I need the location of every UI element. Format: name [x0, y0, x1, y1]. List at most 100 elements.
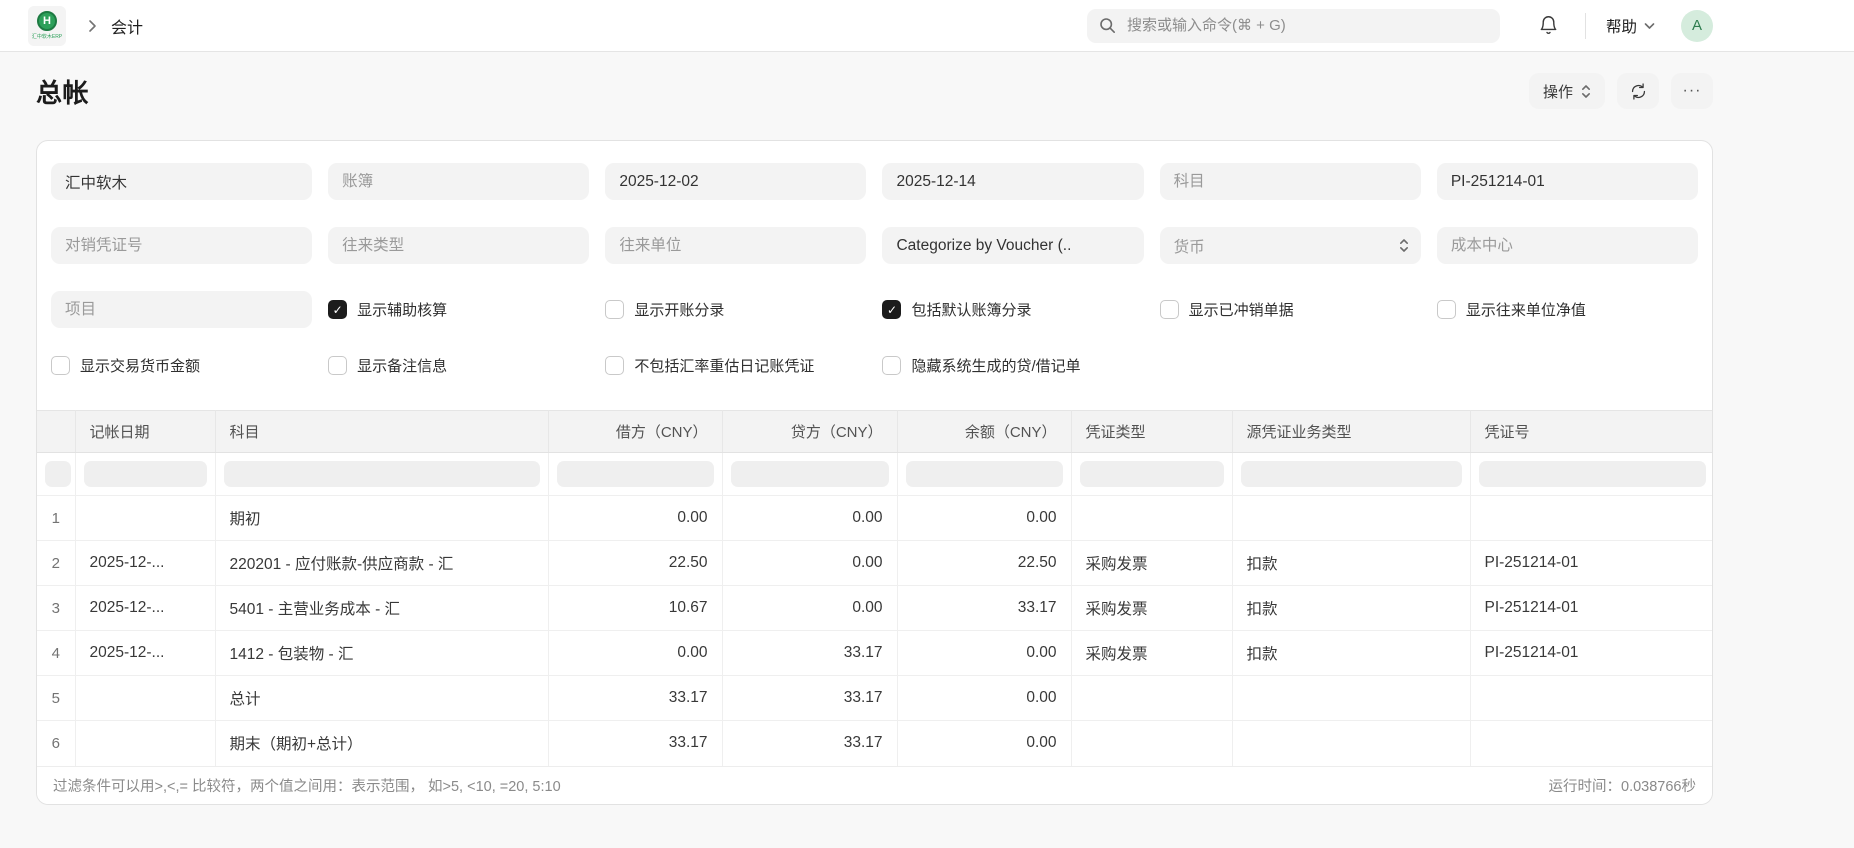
- checkbox-include-default-book[interactable]: 包括默认账簿分录: [882, 299, 1143, 320]
- from-date-filter[interactable]: [605, 163, 866, 200]
- header-balance[interactable]: 余额（CNY）: [897, 411, 1071, 453]
- checkbox-hide-system-notes[interactable]: 隐藏系统生成的贷/借记单: [882, 355, 1143, 376]
- balance-column-filter[interactable]: [906, 461, 1063, 487]
- cell-account: 1412 - 包装物 - 汇: [215, 631, 548, 676]
- debit-column-filter[interactable]: [557, 461, 714, 487]
- breadcrumb-accounting[interactable]: 会计: [111, 14, 143, 38]
- checkbox-label: 显示开账分录: [634, 299, 724, 320]
- cost-center-filter[interactable]: [1437, 227, 1698, 264]
- checkbox-box: [328, 356, 347, 375]
- index-column-filter[interactable]: [45, 461, 71, 487]
- cell-debit: 0.00: [548, 631, 722, 676]
- logo-icon: H: [37, 11, 57, 31]
- row-index: 4: [37, 631, 75, 676]
- currency-select[interactable]: 货币: [1160, 227, 1421, 264]
- checkbox-label: 包括默认账簿分录: [911, 299, 1031, 320]
- account-filter[interactable]: [1160, 163, 1421, 200]
- refresh-button[interactable]: [1617, 73, 1659, 109]
- header-voucher-subtype[interactable]: 源凭证业务类型: [1232, 411, 1470, 453]
- cell-voucher-no: [1470, 721, 1713, 766]
- cell-voucher-type: 采购发票: [1071, 586, 1232, 631]
- cell-debit: 0.00: [548, 496, 722, 541]
- project-filter[interactable]: [51, 291, 312, 328]
- cell-voucher-no: PI-251214-01: [1470, 586, 1713, 631]
- notifications-bell-icon[interactable]: [1534, 11, 1563, 40]
- group-by-select[interactable]: Categorize by Voucher (..: [882, 227, 1143, 264]
- checkbox-box: [1160, 300, 1179, 319]
- table-row[interactable]: 6 期末（期初+总计） 33.17 33.17 0.00: [37, 721, 1713, 766]
- header-account[interactable]: 科目: [215, 411, 548, 453]
- header-debit[interactable]: 借方（CNY）: [548, 411, 722, 453]
- cell-debit: 33.17: [548, 721, 722, 766]
- user-avatar[interactable]: A: [1681, 10, 1713, 42]
- cell-balance: 22.50: [897, 541, 1071, 586]
- help-menu[interactable]: 帮助: [1606, 15, 1655, 37]
- menu-button[interactable]: ···: [1671, 73, 1713, 109]
- voucher-no-column-filter[interactable]: [1479, 461, 1707, 487]
- checkbox-box: [882, 356, 901, 375]
- search-icon: [1099, 17, 1116, 34]
- checkbox-show-cancelled[interactable]: 显示已冲销单据: [1160, 299, 1421, 320]
- cell-voucher-no: PI-251214-01: [1470, 631, 1713, 676]
- filter-hint-text: 过滤条件可以用>,<,= 比较符，两个值之间用：表示范围， 如>5, <10, …: [53, 775, 561, 796]
- cell-posting-date: 2025-12-...: [75, 541, 215, 586]
- cell-posting-date: [75, 676, 215, 721]
- global-search[interactable]: [1087, 9, 1500, 43]
- credit-column-filter[interactable]: [731, 461, 889, 487]
- table-row[interactable]: 3 2025-12-... 5401 - 主营业务成本 - 汇 10.67 0.…: [37, 586, 1713, 631]
- account-column-filter[interactable]: [224, 461, 540, 487]
- checkbox-box: [51, 356, 70, 375]
- header-voucher-no[interactable]: 凭证号: [1470, 411, 1713, 453]
- table-row[interactable]: 4 2025-12-... 1412 - 包装物 - 汇 0.00 33.17 …: [37, 631, 1713, 676]
- checkbox-label: 不包括汇率重估日记账凭证: [634, 355, 814, 376]
- row-index: 3: [37, 586, 75, 631]
- checkbox-show-account-currency[interactable]: 显示交易货币金额: [51, 355, 312, 376]
- party-filter[interactable]: [605, 227, 866, 264]
- cell-account: 总计: [215, 676, 548, 721]
- divider: [1585, 13, 1586, 39]
- app-logo[interactable]: H 汇中软木ERP: [28, 6, 66, 46]
- cell-voucher-type: 采购发票: [1071, 631, 1232, 676]
- table-row[interactable]: 2 2025-12-... 220201 - 应付账款-供应商款 - 汇 22.…: [37, 541, 1713, 586]
- row-index: 5: [37, 676, 75, 721]
- checkbox-show-net-party-values[interactable]: 显示往来单位净值: [1437, 299, 1698, 320]
- cell-voucher-type: [1071, 721, 1232, 766]
- checkbox-show-dimensions[interactable]: 显示辅助核算: [328, 299, 589, 320]
- against-voucher-filter[interactable]: [51, 227, 312, 264]
- checkbox-exclude-exchange-revaluation[interactable]: 不包括汇率重估日记账凭证: [605, 355, 866, 376]
- to-date-filter[interactable]: [882, 163, 1143, 200]
- cell-account: 5401 - 主营业务成本 - 汇: [215, 586, 548, 631]
- company-filter[interactable]: [51, 163, 312, 200]
- checkbox-label: 显示已冲销单据: [1189, 299, 1294, 320]
- header-credit[interactable]: 贷方（CNY）: [722, 411, 897, 453]
- table-row[interactable]: 5 总计 33.17 33.17 0.00: [37, 676, 1713, 721]
- column-filter-row: [37, 453, 1713, 496]
- voucher-type-column-filter[interactable]: [1080, 461, 1224, 487]
- party-type-filter[interactable]: [328, 227, 589, 264]
- header-posting-date[interactable]: 记帐日期: [75, 411, 215, 453]
- cell-voucher-subtype: 扣款: [1232, 541, 1470, 586]
- checkbox-box: [605, 356, 624, 375]
- cell-credit: 0.00: [722, 586, 897, 631]
- checkbox-show-remarks[interactable]: 显示备注信息: [328, 355, 589, 376]
- table-row[interactable]: 1 期初 0.00 0.00 0.00: [37, 496, 1713, 541]
- header-voucher-type[interactable]: 凭证类型: [1071, 411, 1232, 453]
- voucher-no-filter[interactable]: [1437, 163, 1698, 200]
- actions-button[interactable]: 操作: [1529, 73, 1605, 109]
- chevron-expand-icon: [1581, 84, 1591, 99]
- ledger-filter[interactable]: [328, 163, 589, 200]
- checkbox-box: [882, 300, 901, 319]
- voucher-subtype-column-filter[interactable]: [1241, 461, 1462, 487]
- execution-time: 运行时间：0.038766秒: [1549, 775, 1696, 796]
- checkbox-show-opening-entries[interactable]: 显示开账分录: [605, 299, 866, 320]
- posting-date-column-filter[interactable]: [84, 461, 207, 487]
- cell-voucher-subtype: 扣款: [1232, 586, 1470, 631]
- search-input[interactable]: [1125, 16, 1488, 35]
- table-body: 1 期初 0.00 0.00 0.00 2 2025-12-... 220201…: [37, 453, 1713, 766]
- checkbox-label: 隐藏系统生成的贷/借记单: [911, 355, 1080, 376]
- report-footer: 过滤条件可以用>,<,= 比较符，两个值之间用：表示范围， 如>5, <10, …: [37, 766, 1712, 804]
- checkbox-label: 显示辅助核算: [357, 299, 447, 320]
- cell-balance: 33.17: [897, 586, 1071, 631]
- cell-debit: 22.50: [548, 541, 722, 586]
- checkbox-label: 显示往来单位净值: [1466, 299, 1586, 320]
